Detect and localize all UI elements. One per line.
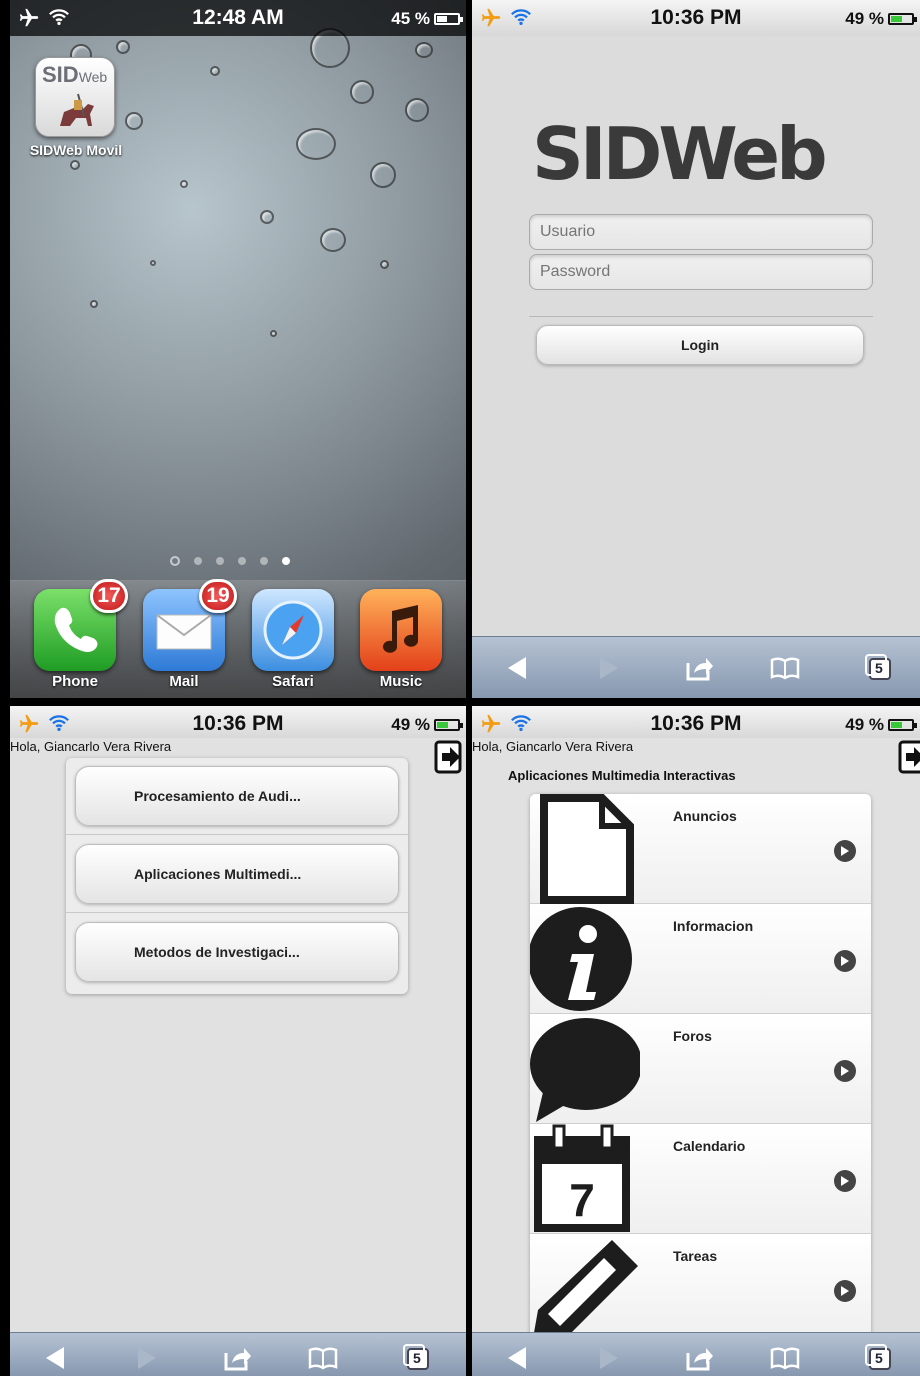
- svg-text:7: 7: [569, 1174, 595, 1226]
- divider: [66, 912, 408, 913]
- menu-item-anuncios[interactable]: Anuncios: [530, 794, 871, 904]
- battery-indicator: 49 %: [845, 9, 917, 29]
- safari-toolbar: 5: [472, 636, 920, 698]
- menu-item-label: Informacion: [673, 918, 754, 934]
- battery-indicator: 49 %: [391, 715, 463, 735]
- battery-indicator: 45 %: [391, 9, 463, 29]
- course-item[interactable]: Aplicaciones Multimedi...: [75, 844, 399, 904]
- phone-label: Phone: [52, 673, 98, 690]
- battery-icon: [434, 719, 463, 731]
- courses-screen: 10:36 PM 49 % Hola, Giancarlo Vera River…: [10, 706, 466, 1376]
- status-bar: 10:36 PM 49 %: [472, 0, 920, 36]
- greeting: Hola, Giancarlo Vera Rivera: [10, 739, 172, 754]
- speech-bubble-icon: [530, 1018, 640, 1122]
- chevron-right-icon: [834, 1170, 856, 1192]
- chevron-right-icon: [834, 1060, 856, 1082]
- home-screen: 12:48 AM 45 % SIDWeb SIDWeb Movil 17 Pho…: [10, 0, 466, 698]
- back-icon[interactable]: [40, 1343, 70, 1373]
- password-input[interactable]: [529, 254, 873, 290]
- battery-icon: [888, 13, 917, 25]
- safari-toolbar: 5: [10, 1332, 466, 1376]
- bookmarks-icon[interactable]: [308, 1343, 338, 1373]
- safari-label: Safari: [272, 673, 314, 690]
- course-title: Aplicaciones Multimedia Interactivas: [508, 768, 736, 783]
- safari-app-icon[interactable]: [252, 589, 334, 671]
- sidweb-app-icon[interactable]: SIDWeb: [35, 57, 115, 137]
- knight-icon: [60, 93, 94, 126]
- share-icon[interactable]: [684, 653, 714, 683]
- menu-item-label: Calendario: [673, 1138, 746, 1154]
- login-screen: 10:36 PM 49 % SIDWeb Login 5: [472, 0, 920, 698]
- logout-icon[interactable]: [434, 740, 464, 774]
- bookmarks-icon[interactable]: [770, 653, 800, 683]
- mail-label: Mail: [169, 673, 199, 690]
- back-icon[interactable]: [502, 653, 532, 683]
- mail-app-icon[interactable]: 19: [143, 579, 237, 671]
- menu-item-tareas[interactable]: Tareas: [530, 1234, 871, 1344]
- course-item[interactable]: Procesamiento de Audi...: [75, 766, 399, 826]
- phone-app-icon[interactable]: 17: [34, 579, 128, 671]
- status-bar: 12:48 AM 45 %: [10, 0, 466, 36]
- greeting: Hola, Giancarlo Vera Rivera: [472, 739, 634, 754]
- status-bar: 10:36 PM 49 %: [10, 706, 466, 738]
- share-icon[interactable]: [222, 1343, 252, 1373]
- safari-toolbar: 5: [472, 1332, 920, 1376]
- forward-icon[interactable]: [594, 1343, 624, 1373]
- status-bar: 10:36 PM 49 %: [472, 706, 920, 738]
- music-note-icon: [383, 605, 418, 653]
- battery-icon: [888, 719, 917, 731]
- page-indicator[interactable]: [170, 556, 290, 566]
- chevron-right-icon: [834, 950, 856, 972]
- menu-item-calendario[interactable]: 7 Calendario: [530, 1124, 871, 1234]
- phone-badge: 17: [90, 579, 128, 613]
- tabs-button[interactable]: 5: [402, 1343, 432, 1373]
- course-list: Procesamiento de Audi... Aplicaciones Mu…: [66, 758, 408, 994]
- menu-item-label: Foros: [673, 1028, 712, 1044]
- menu-item-informacion[interactable]: Informacion: [530, 904, 871, 1014]
- username-input[interactable]: [529, 214, 873, 250]
- document-icon: [540, 794, 634, 904]
- info-icon: [530, 907, 632, 1011]
- course-menu-screen: 10:36 PM 49 % Hola, Giancarlo Vera River…: [472, 706, 920, 1376]
- logout-icon[interactable]: [898, 740, 920, 774]
- menu-item-foros[interactable]: Foros: [530, 1014, 871, 1124]
- course-item[interactable]: Metodos de Investigaci...: [75, 922, 399, 982]
- music-app-icon[interactable]: [360, 589, 442, 671]
- divider: [66, 834, 408, 835]
- mail-badge: 19: [199, 579, 237, 613]
- bookmarks-icon[interactable]: [770, 1343, 800, 1373]
- compass-icon: [263, 600, 323, 660]
- pencil-icon: [532, 1240, 638, 1344]
- chevron-right-icon: [834, 840, 856, 862]
- spotlight-search-icon: [170, 556, 180, 566]
- forward-icon[interactable]: [132, 1343, 162, 1373]
- course-menu-list: Anuncios Informacion Foros 7 Calendario …: [530, 794, 871, 1354]
- menu-item-label: Tareas: [673, 1248, 718, 1264]
- chevron-right-icon: [834, 1280, 856, 1302]
- tabs-button[interactable]: 5: [864, 653, 894, 683]
- back-icon[interactable]: [502, 1343, 532, 1373]
- sidweb-logo: SIDWeb: [532, 112, 828, 196]
- battery-icon: [434, 13, 463, 25]
- menu-item-label: Anuncios: [673, 808, 737, 824]
- dock: 17 Phone 19 Mail Safari Music: [10, 579, 466, 698]
- sidweb-app-label: SIDWeb Movil: [29, 142, 123, 158]
- share-icon[interactable]: [684, 1343, 714, 1373]
- login-button[interactable]: Login: [536, 325, 864, 365]
- battery-indicator: 49 %: [845, 715, 917, 735]
- calendar-icon: 7: [534, 1124, 630, 1232]
- music-label: Music: [379, 673, 423, 690]
- divider: [529, 316, 873, 317]
- tabs-button[interactable]: 5: [864, 1343, 894, 1373]
- forward-icon[interactable]: [594, 653, 624, 683]
